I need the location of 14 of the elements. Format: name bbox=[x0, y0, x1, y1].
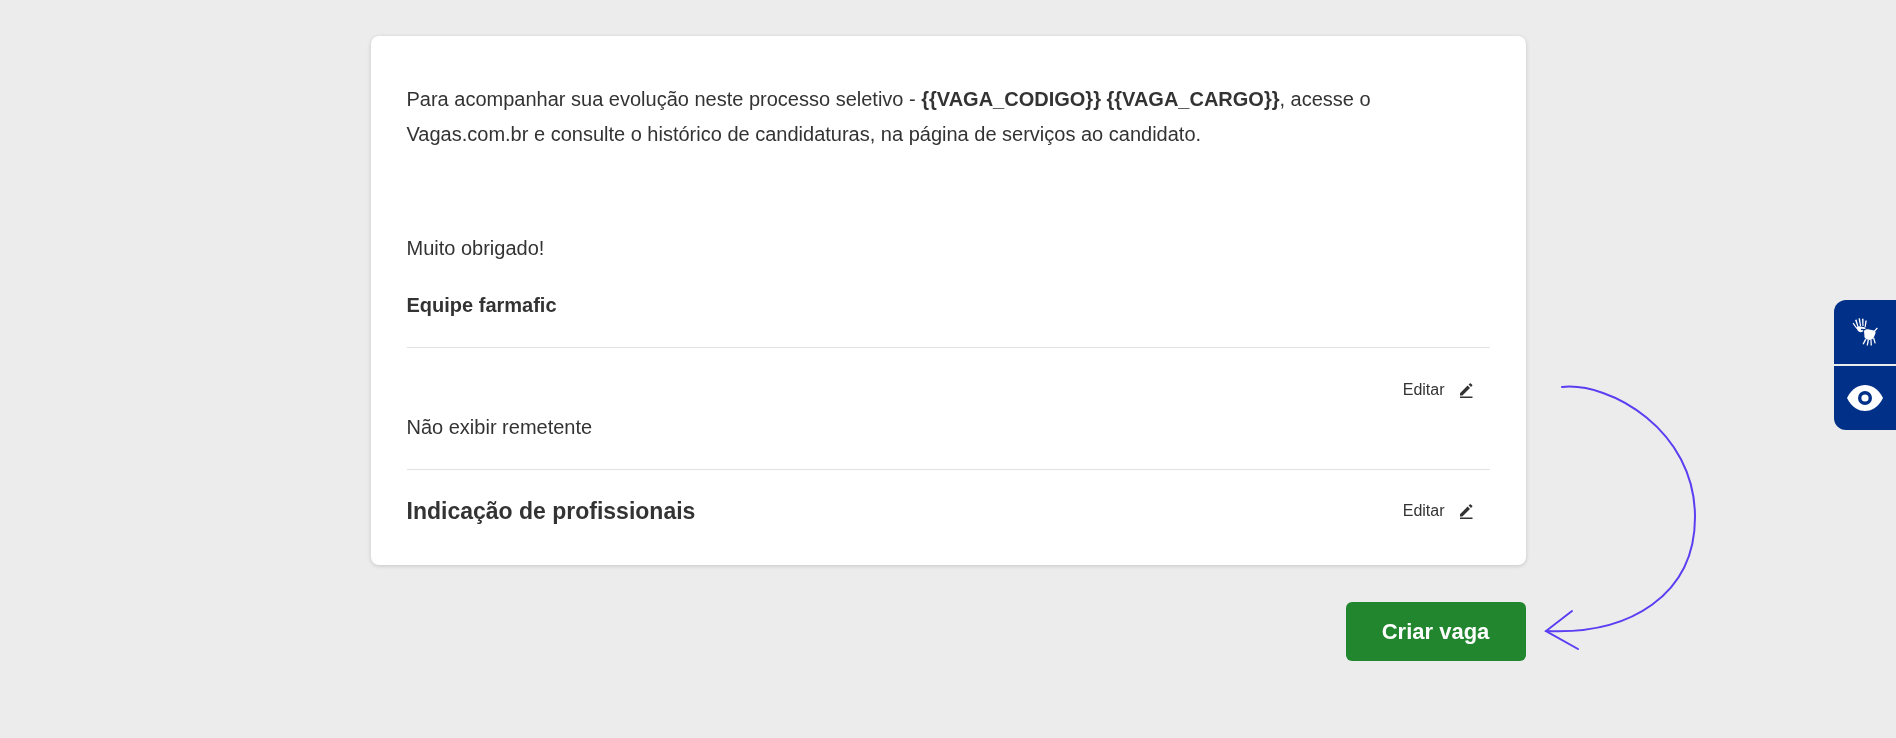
pencil-icon bbox=[1457, 382, 1474, 398]
eye-icon bbox=[1847, 385, 1883, 411]
message-paragraph: Para acompanhar sua evolução neste processo seletivo - {{VAGA_CODIGO}} {{VAGA_CARGO}}, acesse o Vagas.com.br e consulte o histórico de candidaturas, na página de serviços ao candidato. bbox=[406, 87, 1372, 147]
edit-link[interactable]: Editar bbox=[1402, 378, 1490, 402]
signature-text: Equipe farmafic bbox=[406, 293, 557, 318]
sender-setting-text: Não exibir remetente bbox=[406, 415, 593, 440]
eye-button[interactable] bbox=[1834, 366, 1896, 430]
create-job-button[interactable]: Criar vaga bbox=[1345, 602, 1526, 661]
hands-icon bbox=[1852, 318, 1878, 346]
section-title: Indicação de profissionais bbox=[406, 497, 696, 526]
sign-language-button[interactable] bbox=[1834, 300, 1896, 364]
pencil-icon bbox=[1457, 503, 1474, 519]
closing-text: Muito obrigado! bbox=[406, 236, 545, 261]
edit-link[interactable]: Editar bbox=[1402, 499, 1490, 523]
